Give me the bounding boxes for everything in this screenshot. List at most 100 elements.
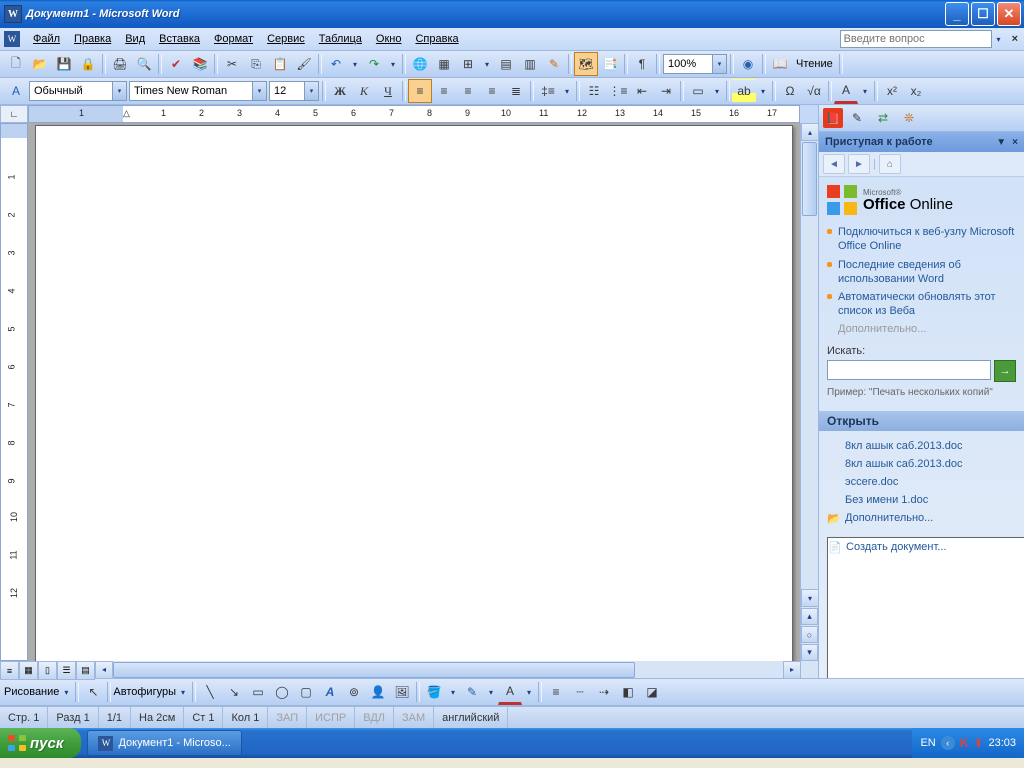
insert-table-dropdown[interactable]: ▾	[480, 52, 494, 76]
tp-recent-file-2[interactable]: 8кл ашык саб.2013.doc	[827, 455, 1016, 473]
status-overtype[interactable]: ЗАМ	[394, 707, 434, 728]
font-combo[interactable]: Times New Roman▾	[129, 81, 267, 101]
align-center-button[interactable]: ≡	[432, 79, 456, 103]
underline-button[interactable]: Ч	[376, 79, 400, 103]
tp-open-more[interactable]: Дополнительно...	[827, 509, 1016, 527]
paste-button[interactable]: 📋	[268, 52, 292, 76]
autoshapes-menu[interactable]: Автофигуры	[113, 686, 176, 698]
tp-recent-file-1[interactable]: 8кл ашык саб.2013.doc	[827, 437, 1016, 455]
web-view-button[interactable]: ▦	[19, 661, 38, 680]
line-spacing-dropdown[interactable]: ▾	[560, 79, 574, 103]
menu-view[interactable]: Вид	[118, 30, 152, 48]
equation-button[interactable]: √α	[802, 79, 826, 103]
vertical-scrollbar[interactable]: ▴ ▾ ▴ ○ ▾	[800, 123, 818, 661]
shadow-button[interactable]: ◧	[616, 680, 640, 704]
print-view-button[interactable]: ▯	[38, 661, 57, 680]
drawing-menu[interactable]: Рисование	[4, 686, 59, 698]
menu-insert[interactable]: Вставка	[152, 30, 207, 48]
fontsize-combo[interactable]: 12▾	[269, 81, 319, 101]
line-button[interactable]: ╲	[198, 680, 222, 704]
redo-dropdown[interactable]: ▾	[386, 52, 400, 76]
tp-link-connect[interactable]: Подключиться к веб-узлу Microsoft Office…	[827, 225, 1016, 254]
scroll-left-button[interactable]: ◂	[95, 661, 113, 679]
excel-button[interactable]: ▤	[494, 52, 518, 76]
font-color-dropdown[interactable]: ▾	[858, 79, 872, 103]
tray-network-icon[interactable]: ⬆	[973, 736, 983, 750]
drawing-toolbar-button[interactable]: ✎	[542, 52, 566, 76]
menu-table[interactable]: Таблица	[312, 30, 369, 48]
tray-clock[interactable]: 23:03	[988, 737, 1016, 749]
tp-recent-file-3[interactable]: эссеге.doc	[827, 473, 1016, 491]
font-color-button[interactable]: A	[834, 78, 858, 104]
copy-button[interactable]: ⎘	[244, 52, 268, 76]
menu-format[interactable]: Формат	[207, 30, 260, 48]
status-record[interactable]: ЗАП	[268, 707, 307, 728]
close-button[interactable]: ✕	[997, 2, 1021, 26]
tab-selector[interactable]: ∟	[0, 105, 28, 123]
help-question-input[interactable]	[840, 30, 992, 48]
tray-lang-icon[interactable]: EN	[920, 737, 935, 749]
line-spacing-button[interactable]: ‡≡	[536, 79, 560, 103]
highlight-button[interactable]: ab	[732, 79, 756, 103]
arrow-button[interactable]: ↘	[222, 680, 246, 704]
textbox-button[interactable]: ▢	[294, 680, 318, 704]
taskpane-menu-button[interactable]: ▼	[996, 137, 1006, 148]
taskpane-fwd-button[interactable]: ►	[848, 154, 870, 174]
tray-kaspersky-icon[interactable]: K	[960, 736, 969, 750]
permission-button[interactable]: 🔒	[76, 52, 100, 76]
undo-button[interactable]: ↶	[324, 52, 348, 76]
research-pane-icon[interactable]: ❊	[897, 106, 921, 130]
numbered-list-button[interactable]: ☷	[582, 79, 606, 103]
tp-recent-file-4[interactable]: Без имени 1.doc	[827, 491, 1016, 509]
outline-view-button[interactable]: ☰	[57, 661, 76, 680]
menu-window[interactable]: Окно	[369, 30, 409, 48]
save-button[interactable]: 💾	[52, 52, 76, 76]
scroll-up-button[interactable]: ▴	[801, 123, 818, 141]
new-doc-button[interactable]: 🗋	[4, 52, 28, 76]
scroll-right-button[interactable]: ▸	[783, 661, 801, 679]
menu-tools[interactable]: Сервис	[260, 30, 312, 48]
style-combo[interactable]: Обычный▾	[29, 81, 127, 101]
insert-table-button[interactable]: ⊞	[456, 52, 480, 76]
open-button[interactable]: 📂	[28, 52, 52, 76]
tp-create-doc[interactable]: Создать документ...	[827, 537, 1024, 678]
increase-indent-button[interactable]: ⇥	[654, 79, 678, 103]
oval-button[interactable]: ◯	[270, 680, 294, 704]
taskpane-home-button[interactable]: ⌂	[879, 154, 901, 174]
next-page-button[interactable]: ▾	[801, 644, 818, 661]
research-button[interactable]: 📚	[188, 52, 212, 76]
hscroll-thumb[interactable]	[113, 662, 635, 678]
rectangle-button[interactable]: ▭	[246, 680, 270, 704]
highlight-dropdown[interactable]: ▾	[756, 79, 770, 103]
reading-layout-icon[interactable]: 📖	[768, 52, 792, 76]
format-painter-button[interactable]: 🖌	[292, 52, 316, 76]
arrow-style-button[interactable]: ⇢	[592, 680, 616, 704]
dictionary-icon[interactable]: 📕	[823, 108, 843, 128]
align-justify-button[interactable]: ≡	[480, 79, 504, 103]
fill-color-button[interactable]: 🪣	[422, 680, 446, 704]
borders-button[interactable]: ▭	[686, 79, 710, 103]
zoom-combo[interactable]: 100%▾	[663, 54, 727, 74]
bold-button[interactable]: Ж	[328, 79, 352, 103]
maximize-button[interactable]: ☐	[971, 2, 995, 26]
document-viewport[interactable]	[28, 123, 800, 661]
status-extend[interactable]: ВДЛ	[355, 707, 394, 728]
subscript-button[interactable]: x₂	[904, 79, 928, 103]
horizontal-scrollbar[interactable]: ◂ ▸	[95, 661, 801, 678]
font-color-draw-button[interactable]: A	[498, 679, 522, 705]
menu-file[interactable]: Файл	[26, 30, 67, 48]
show-formatting-button[interactable]: 📑	[598, 52, 622, 76]
taskpane-close-button[interactable]: ×	[1012, 137, 1018, 148]
status-language[interactable]: английский	[434, 707, 508, 728]
doc-close-button[interactable]: ×	[1006, 33, 1024, 45]
distributed-button[interactable]: ≣	[504, 79, 528, 103]
print-preview-button[interactable]: 🔍	[132, 52, 156, 76]
menu-help[interactable]: Справка	[408, 30, 465, 48]
undo-dropdown[interactable]: ▾	[348, 52, 362, 76]
document-map-button[interactable]: 🗺	[574, 52, 598, 76]
status-track[interactable]: ИСПР	[307, 707, 355, 728]
hyperlink-button[interactable]: 🌐	[408, 52, 432, 76]
spellcheck-button[interactable]: ✔	[164, 52, 188, 76]
symbol-button[interactable]: Ω	[778, 79, 802, 103]
browse-object-button[interactable]: ○	[801, 626, 818, 643]
